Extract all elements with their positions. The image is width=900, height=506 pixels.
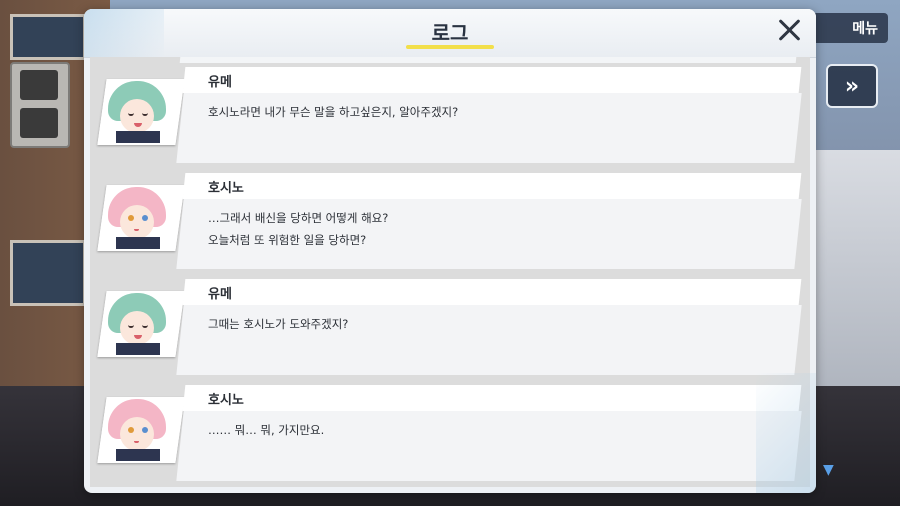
dialogue-line: 호시노라면 내가 무슨 말을 하고싶은지, 알아주겠지? [208,105,459,119]
title-underline [406,45,494,49]
dialogue-line: …그래서 배신을 당하면 어떻게 해요? [208,211,389,225]
log-entry: 유메 호시노라면 내가 무슨 말을 하고싶은지, 알아주겠지? [90,67,810,167]
dialogue-text: …… 뭐… 뭐, 가지만요. [208,419,324,441]
portrait-collar [116,237,160,251]
speaker-name-bar [182,279,802,305]
portrait-hoshino [97,185,185,251]
portrait-yume [97,79,185,145]
speaker-name-bar [182,385,802,411]
panel-decoration [756,373,816,493]
skip-button[interactable]: » [826,64,878,108]
portrait-eye [128,215,134,221]
portrait-collar [116,131,160,145]
building-window [10,240,86,306]
triangle-down-icon: ▼ [823,462,834,478]
speaker-name-bar [182,67,802,93]
log-panel: 로그 유메 호시노라면 내가 무슨 말을 하고싶은지, 알아주겠지? 호시노 …… [84,9,816,493]
close-icon[interactable] [774,15,804,45]
log-entry: 호시노 …… 뭐… 뭐, 가지만요. [90,385,810,485]
log-entry: 유메 그때는 호시노가 도와주겠지? [90,279,810,379]
menu-button[interactable]: 메뉴 [812,13,888,43]
traffic-light [10,62,70,148]
portrait-eye [128,427,134,433]
portrait-face [120,311,154,345]
portrait-hoshino [97,397,185,463]
portrait-face [120,99,154,133]
dialogue-line: 그때는 호시노가 도와주겠지? [208,317,349,331]
portrait-face [120,205,154,239]
dialogue-text: 그때는 호시노가 도와주겠지? [208,313,348,335]
portrait-collar [116,449,160,463]
speaker-name: 유메 [208,75,232,90]
portrait-collar [116,343,160,357]
log-title: 로그 [431,21,469,45]
log-panel-header: 로그 [84,9,816,58]
portrait-face [120,417,154,451]
dialogue-text: …그래서 배신을 당하면 어떻게 해요? 오늘처럼 또 위험한 일을 당하면? [208,207,388,251]
fast-forward-icon: » [844,73,860,99]
speaker-name: 유메 [208,287,232,302]
log-scroll-area[interactable]: 유메 호시노라면 내가 무슨 말을 하고싶은지, 알아주겠지? 호시노 …그래서… [90,57,810,487]
menu-button-label: 메뉴 [852,21,878,37]
building-window [10,14,86,60]
speaker-name: 호시노 [208,393,244,408]
speaker-name: 호시노 [208,181,244,196]
portrait-yume [97,291,185,357]
portrait-eye [142,427,148,433]
dialogue-text: 호시노라면 내가 무슨 말을 하고싶은지, 알아주겠지? [208,101,458,123]
previous-entry-edge [179,57,797,63]
portrait-eye [142,215,148,221]
dialogue-line: 오늘처럼 또 위험한 일을 당하면? [208,233,367,247]
speaker-name-bar [182,173,802,199]
log-entry: 호시노 …그래서 배신을 당하면 어떻게 해요? 오늘처럼 또 위험한 일을 당… [90,173,810,273]
dialogue-line: …… 뭐… 뭐, 가지만요. [208,423,325,437]
